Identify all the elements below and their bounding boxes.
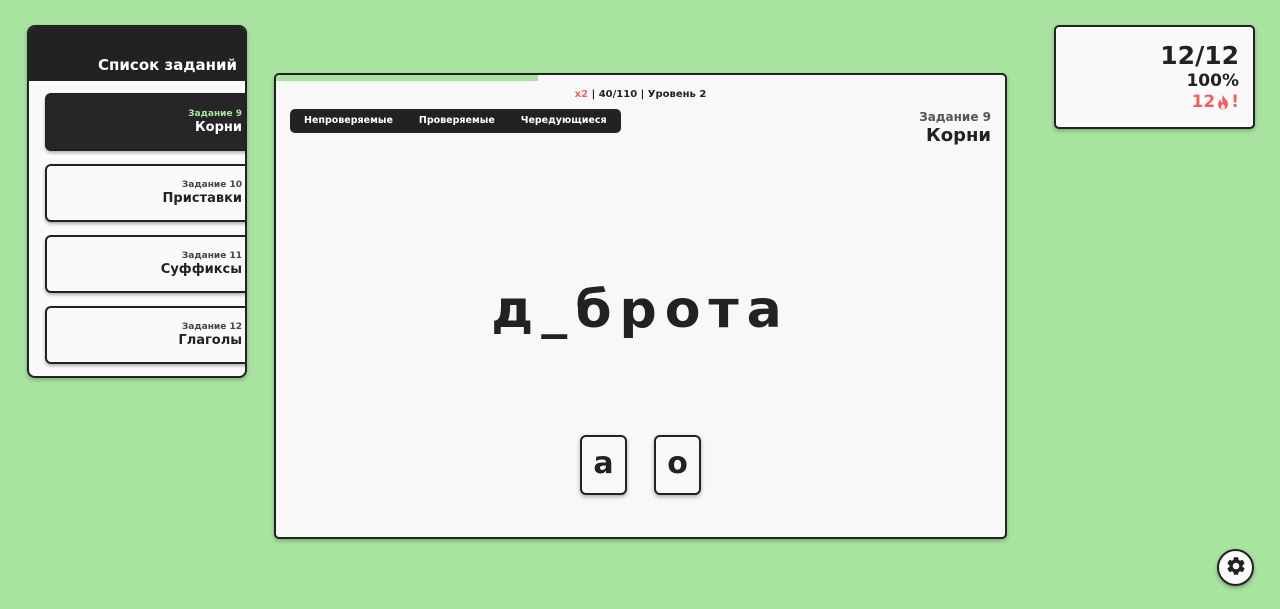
answer-button-a[interactable]: а: [580, 435, 627, 495]
task-item-name: Глаголы: [178, 333, 242, 348]
tab-alternating[interactable]: Чередующиеся: [508, 109, 620, 133]
task-item-number: Задание 9: [188, 109, 242, 119]
task-item-number: Задание 12: [181, 322, 242, 332]
progress-count: 40/110: [598, 89, 638, 100]
score-panel: 12/12 100% 12 !: [1054, 25, 1255, 129]
task-item-name: Суффиксы: [160, 262, 242, 277]
category-tabs: Непроверяемые Проверяемые Чередующиеся: [290, 109, 621, 133]
settings-button[interactable]: [1217, 549, 1254, 586]
progress-bar-fill: [276, 75, 539, 81]
accuracy-percent: 100%: [1186, 71, 1239, 91]
streak-counter: 12 !: [1056, 91, 1239, 113]
task-item-number: Задание 10: [181, 180, 242, 190]
current-task-title: Задание 9 Корни: [919, 109, 991, 147]
stats-line: x2 | 40/110 | Уровень 2: [276, 89, 1005, 100]
task-item-12[interactable]: Задание 12 Глаголы: [45, 306, 245, 364]
task-item-11[interactable]: Задание 11 Суффиксы: [45, 235, 245, 293]
exercise-word: д_брота: [491, 280, 790, 340]
answer-button-o[interactable]: о: [654, 435, 701, 495]
task-list: Задание 9 Корни Задание 10 Приставки Зад…: [29, 81, 245, 364]
exercise-card: x2 | 40/110 | Уровень 2 Непроверяемые Пр…: [274, 73, 1007, 539]
progress-bar: [276, 75, 1005, 81]
fire-icon: [1217, 94, 1229, 110]
streak-mark: !: [1231, 92, 1239, 112]
task-item-10[interactable]: Задание 10 Приставки: [45, 164, 245, 222]
answer-options: а о: [276, 435, 1005, 495]
stats-separator: |: [588, 89, 599, 100]
task-item-name: Приставки: [162, 191, 242, 206]
tab-unverifiable[interactable]: Непроверяемые: [291, 109, 406, 133]
task-list-panel: Список заданий Задание 9 Корни Задание 1…: [27, 25, 247, 378]
correct-count: 12/12: [1160, 41, 1239, 70]
task-item-number: Задание 11: [181, 251, 242, 261]
task-item-name: Корни: [195, 120, 242, 135]
current-task-number: Задание 9: [919, 110, 991, 124]
stats-separator: |: [637, 89, 648, 100]
task-item-9[interactable]: Задание 9 Корни: [45, 93, 245, 151]
level-label: Уровень 2: [647, 89, 707, 100]
task-list-title: Список заданий: [29, 27, 245, 81]
multiplier-label: x2: [574, 89, 589, 100]
tab-verifiable[interactable]: Проверяемые: [406, 109, 508, 133]
current-task-name: Корни: [925, 125, 991, 146]
gear-icon: [1225, 555, 1247, 581]
streak-value: 12: [1191, 92, 1216, 112]
